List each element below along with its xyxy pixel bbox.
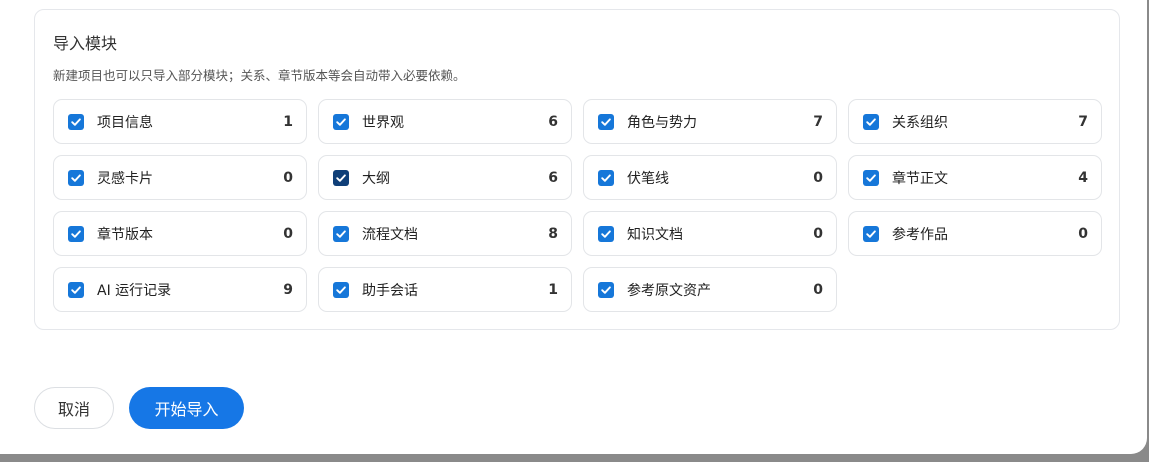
module-count: 4	[1078, 169, 1088, 186]
checkbox-checked-icon[interactable]	[598, 169, 614, 186]
module-count: 0	[813, 169, 823, 186]
module-label: 章节版本	[97, 226, 153, 243]
checkbox-checked-icon[interactable]	[863, 225, 879, 242]
module-count: 7	[813, 113, 823, 130]
section-description: 新建项目也可以只导入部分模块；关系、章节版本等会自动带入必要依赖。	[53, 68, 466, 83]
checkbox-checked-icon[interactable]	[863, 113, 879, 130]
module-label: 参考原文资产	[627, 282, 711, 299]
import-dialog: 导入模块 新建项目也可以只导入部分模块；关系、章节版本等会自动带入必要依赖。 项…	[0, 0, 1147, 454]
module-option-foreshadowing[interactable]: 伏笔线 0	[583, 155, 837, 200]
module-count: 7	[1078, 113, 1088, 130]
module-count: 1	[283, 113, 293, 130]
module-count: 1	[548, 281, 558, 298]
module-label: 参考作品	[892, 226, 948, 243]
module-label: 章节正文	[892, 170, 948, 187]
module-count: 0	[283, 225, 293, 242]
module-label: 灵感卡片	[97, 170, 153, 187]
checkbox-checked-icon[interactable]	[68, 169, 84, 186]
checkbox-checked-icon[interactable]	[68, 225, 84, 242]
module-count: 6	[548, 169, 558, 186]
module-option-inspiration-cards[interactable]: 灵感卡片 0	[53, 155, 307, 200]
module-label: 伏笔线	[627, 170, 669, 187]
module-option-process-docs[interactable]: 流程文档 8	[318, 211, 572, 256]
checkbox-checked-icon[interactable]	[68, 113, 84, 130]
module-count: 9	[283, 281, 293, 298]
checkbox-checked-icon[interactable]	[333, 281, 349, 298]
checkbox-checked-icon[interactable]	[598, 281, 614, 298]
module-option-project-info[interactable]: 项目信息 1	[53, 99, 307, 144]
checkbox-checked-icon[interactable]	[598, 225, 614, 242]
module-grid: 项目信息 1 世界观 6 角色与势力 7 关系组织 7 灵感卡片 0 大纲 6 …	[53, 99, 1104, 312]
module-option-worldview[interactable]: 世界观 6	[318, 99, 572, 144]
checkbox-checked-icon[interactable]	[333, 113, 349, 130]
checkbox-checked-icon[interactable]	[68, 281, 84, 298]
module-count: 6	[548, 113, 558, 130]
module-label: 流程文档	[362, 226, 418, 243]
module-label: 关系组织	[892, 114, 948, 131]
import-modules-section: 导入模块 新建项目也可以只导入部分模块；关系、章节版本等会自动带入必要依赖。 项…	[34, 9, 1120, 330]
module-label: AI 运行记录	[97, 282, 172, 299]
module-count: 0	[283, 169, 293, 186]
checkbox-checked-icon[interactable]	[598, 113, 614, 130]
start-import-button[interactable]: 开始导入	[129, 387, 244, 429]
module-count: 0	[1078, 225, 1088, 242]
checkbox-checked-icon[interactable]	[333, 225, 349, 242]
module-count: 0	[813, 225, 823, 242]
module-option-chapter-versions[interactable]: 章节版本 0	[53, 211, 307, 256]
module-option-ai-run-records[interactable]: AI 运行记录 9	[53, 267, 307, 312]
cancel-button[interactable]: 取消	[34, 387, 114, 429]
checkbox-checked-icon[interactable]	[863, 169, 879, 186]
module-option-outline[interactable]: 大纲 6	[318, 155, 572, 200]
module-label: 角色与势力	[627, 114, 697, 131]
module-option-chapter-text[interactable]: 章节正文 4	[848, 155, 1102, 200]
module-label: 大纲	[362, 170, 390, 187]
module-option-assistant-sessions[interactable]: 助手会话 1	[318, 267, 572, 312]
module-label: 项目信息	[97, 114, 153, 131]
module-option-reference-source-assets[interactable]: 参考原文资产 0	[583, 267, 837, 312]
module-option-knowledge-docs[interactable]: 知识文档 0	[583, 211, 837, 256]
module-label: 助手会话	[362, 282, 418, 299]
module-count: 8	[548, 225, 558, 242]
module-option-characters-factions[interactable]: 角色与势力 7	[583, 99, 837, 144]
section-title: 导入模块	[53, 34, 118, 53]
module-label: 世界观	[362, 114, 404, 131]
module-option-relationship-orgs[interactable]: 关系组织 7	[848, 99, 1102, 144]
module-option-reference-works[interactable]: 参考作品 0	[848, 211, 1102, 256]
module-count: 0	[813, 281, 823, 298]
module-label: 知识文档	[627, 226, 683, 243]
checkbox-checked-icon[interactable]	[333, 169, 349, 186]
